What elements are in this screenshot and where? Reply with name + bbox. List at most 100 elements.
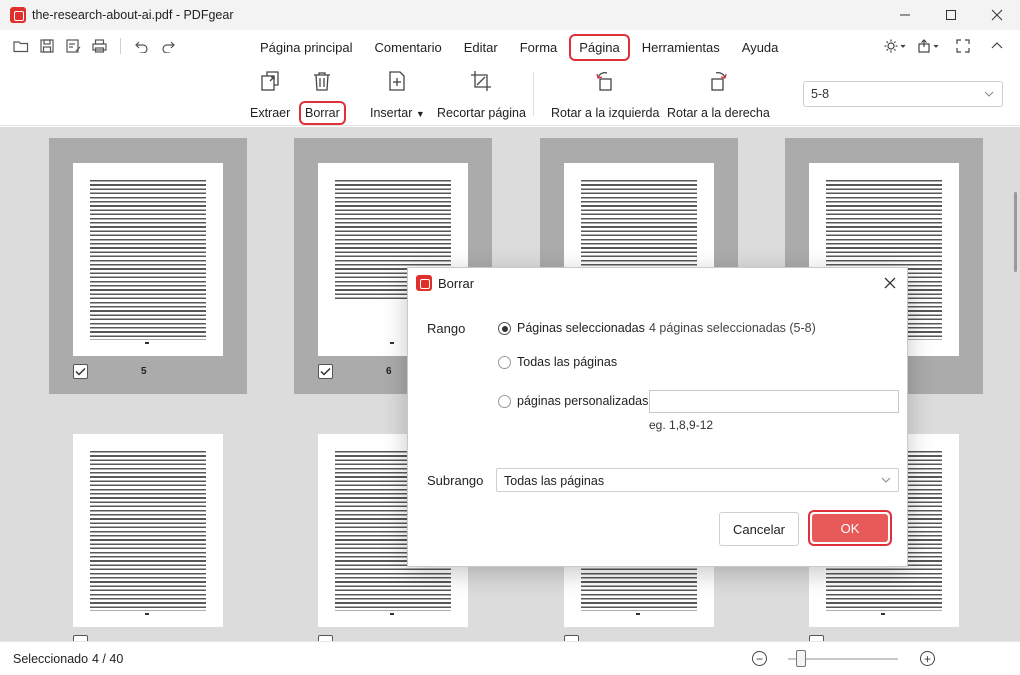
print-icon xyxy=(91,39,107,53)
custom-pages-hint: eg. 1,8,9-12 xyxy=(649,418,714,432)
redo-button[interactable] xyxy=(157,36,179,56)
close-icon xyxy=(991,9,1003,21)
menu-edit[interactable]: Editar xyxy=(454,34,508,61)
ok-button-highlight: OK xyxy=(808,510,892,546)
maximize-icon xyxy=(946,10,956,20)
page-range-value: 5-8 xyxy=(811,87,830,101)
page-preview xyxy=(73,434,223,627)
share-icon xyxy=(918,39,939,53)
menu-comment[interactable]: Comentario xyxy=(365,34,452,61)
quick-access-toolbar xyxy=(10,36,179,56)
option-selected-pages-label[interactable]: Páginas seleccionadas xyxy=(517,321,645,335)
plus-icon: + xyxy=(923,651,931,666)
fullscreen-button[interactable] xyxy=(952,36,974,56)
caret-down-icon: ▼ xyxy=(415,109,425,119)
page-thumbnail[interactable]: 5 xyxy=(49,138,247,394)
dialog-header: Borrar xyxy=(408,268,907,298)
radio-custom-pages[interactable] xyxy=(498,395,511,408)
toolbar-divider xyxy=(120,38,121,54)
crop-icon xyxy=(468,68,494,94)
insert-label: Insertar ▼ xyxy=(370,106,425,120)
rotate-right-tool[interactable]: Rotar a la derecha xyxy=(661,68,776,125)
delete-label: Borrar xyxy=(299,101,346,125)
radio-all-pages[interactable] xyxy=(498,356,511,369)
close-icon xyxy=(884,277,896,289)
zoom-slider-thumb[interactable] xyxy=(796,650,806,667)
undo-button[interactable] xyxy=(131,36,153,56)
insert-tool[interactable]: Insertar ▼ xyxy=(364,68,431,125)
cancel-button[interactable]: Cancelar xyxy=(719,512,799,546)
crop-label: Recortar página xyxy=(437,106,526,120)
save-button[interactable] xyxy=(36,36,58,56)
delete-pages-dialog: Borrar Rango Páginas seleccionadas 4 pág… xyxy=(407,267,908,567)
minimize-button[interactable] xyxy=(882,0,928,30)
save-as-button[interactable] xyxy=(62,36,84,56)
insert-page-icon xyxy=(384,68,410,94)
page-checkbox[interactable] xyxy=(73,364,88,379)
menu-home[interactable]: Página principal xyxy=(250,34,363,61)
right-toolbar xyxy=(884,36,1008,56)
redo-icon xyxy=(162,41,175,53)
save-icon xyxy=(40,39,54,53)
ok-button[interactable]: OK xyxy=(812,514,888,542)
zoom-in-button[interactable]: + xyxy=(920,651,935,666)
dialog-close-button[interactable] xyxy=(881,274,899,292)
open-file-button[interactable] xyxy=(10,36,32,56)
chevron-down-icon xyxy=(881,477,891,483)
range-label: Rango xyxy=(427,321,466,336)
menu-row: Página principal Comentario Editar Forma… xyxy=(0,30,1020,62)
subrange-value: Todas las páginas xyxy=(504,474,605,488)
window-title: the-research-about-ai.pdf - PDFgear xyxy=(32,8,234,22)
extract-icon xyxy=(257,68,283,94)
status-bar: Seleccionado 4 / 40 − + xyxy=(0,641,1020,675)
subrange-select[interactable]: Todas las páginas xyxy=(496,468,899,492)
rotate-right-icon xyxy=(705,68,731,94)
extract-tool[interactable]: Extraer xyxy=(244,68,296,125)
rotate-left-label: Rotar a la izquierda xyxy=(551,106,660,120)
crop-tool[interactable]: Recortar página xyxy=(431,68,532,125)
theme-button[interactable] xyxy=(884,36,906,56)
selection-label: Seleccionado xyxy=(13,652,89,666)
rotate-left-icon xyxy=(592,68,618,94)
rotate-left-tool[interactable]: Rotar a la izquierda xyxy=(545,68,665,125)
checkmark-icon xyxy=(320,367,331,376)
undo-icon xyxy=(135,41,148,53)
delete-tool[interactable]: Borrar xyxy=(299,68,346,125)
maximize-button[interactable] xyxy=(928,0,974,30)
collapse-ribbon-button[interactable] xyxy=(986,36,1008,56)
radio-selected-pages[interactable] xyxy=(498,322,511,335)
sun-icon xyxy=(884,39,906,53)
page-preview xyxy=(73,163,223,356)
page-checkbox[interactable] xyxy=(318,364,333,379)
option-all-pages-label[interactable]: Todas las páginas xyxy=(517,355,617,369)
zoom-out-button[interactable]: − xyxy=(752,651,767,666)
page-ribbon: Extraer Borrar Insertar ▼ Recortar págin… xyxy=(0,62,1020,126)
menu-tools[interactable]: Herramientas xyxy=(632,34,730,61)
title-bar: the-research-about-ai.pdf - PDFgear xyxy=(0,0,1020,30)
menu-page[interactable]: Página xyxy=(569,34,630,61)
save-as-icon xyxy=(65,39,80,53)
page-range-select[interactable]: 5-8 xyxy=(803,81,1003,107)
close-window-button[interactable] xyxy=(974,0,1020,30)
minimize-icon xyxy=(900,14,910,16)
selection-count: 4 / 40 xyxy=(92,652,124,666)
print-button[interactable] xyxy=(88,36,110,56)
menu-shape[interactable]: Forma xyxy=(510,34,568,61)
checkmark-icon xyxy=(75,367,86,376)
window-controls xyxy=(882,0,1020,30)
share-button[interactable] xyxy=(918,36,940,56)
pdfgear-logo-icon xyxy=(10,7,26,23)
vertical-scrollbar[interactable] xyxy=(1014,192,1017,272)
menu-help[interactable]: Ayuda xyxy=(732,34,789,61)
page-number: 6 xyxy=(386,366,392,377)
custom-pages-input[interactable] xyxy=(649,390,899,413)
dialog-title: Borrar xyxy=(438,275,475,291)
page-thumbnail[interactable] xyxy=(49,409,247,641)
fullscreen-icon xyxy=(956,39,970,53)
extract-label: Extraer xyxy=(250,106,291,120)
main-menu: Página principal Comentario Editar Forma… xyxy=(250,34,790,61)
page-number: 5 xyxy=(141,366,147,377)
option-custom-pages-label[interactable]: páginas personalizadas xyxy=(517,394,648,408)
rotate-right-label: Rotar a la derecha xyxy=(667,106,770,120)
chevron-up-icon xyxy=(991,42,1003,49)
